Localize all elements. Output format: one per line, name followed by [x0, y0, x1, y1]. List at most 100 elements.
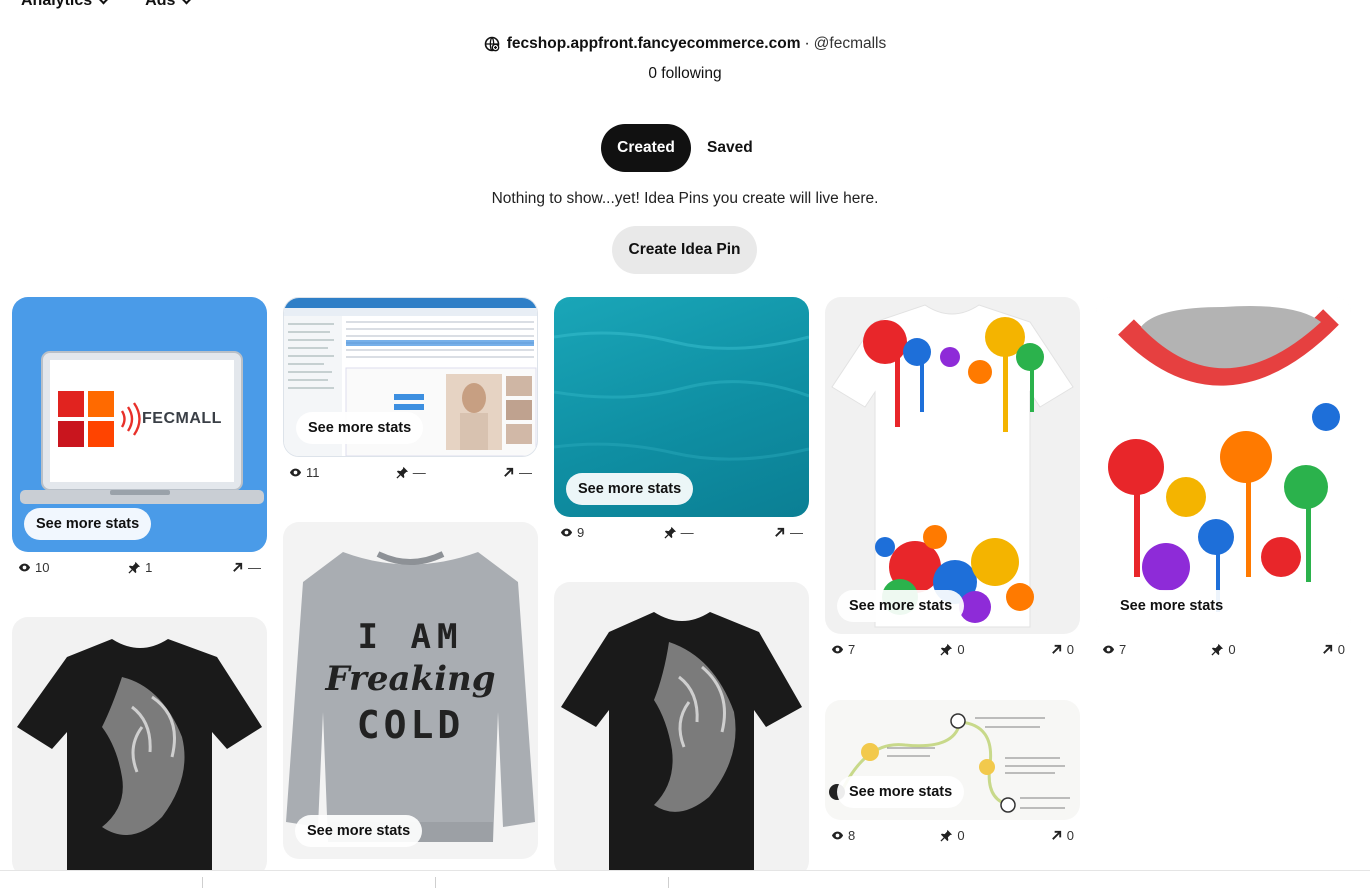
views-count: 7 — [848, 642, 856, 657]
divider — [202, 877, 203, 888]
eye-icon — [289, 468, 302, 477]
eye-icon — [831, 645, 844, 654]
eye-icon — [18, 563, 31, 572]
pin-card[interactable]: I AM Freaking COLD See more stats — [283, 522, 538, 859]
black-tshirt-illustration — [17, 639, 262, 877]
pin-image-paint-tshirt[interactable]: See more stats — [825, 297, 1080, 634]
see-more-stats-button[interactable]: See more stats — [1108, 590, 1236, 622]
pin-stats: 7 0 0 — [825, 634, 1080, 657]
bottom-strip — [0, 870, 1370, 888]
views-stat: 7 — [831, 642, 855, 657]
see-more-stats-button[interactable]: See more stats — [24, 508, 152, 540]
views-stat: 9 — [560, 525, 584, 540]
paint-splatter-tshirt-illustration — [831, 304, 1074, 628]
outbound-count: 0 — [1066, 828, 1074, 843]
saves-count: 0 — [957, 828, 965, 843]
outbound-arrow-icon — [775, 527, 785, 537]
profile-domain-link[interactable]: fecshop.appfront.fancyecommerce.com — [507, 35, 801, 53]
divider — [435, 877, 436, 888]
outbound-count: 0 — [1066, 642, 1074, 657]
outbound-stat: — — [231, 560, 261, 575]
outbound-count: 0 — [1337, 642, 1345, 657]
paint-splatter-closeup-illustration — [1096, 297, 1351, 634]
pin-icon — [128, 561, 141, 574]
tab-saved[interactable]: Saved — [699, 124, 761, 172]
pin-card[interactable]: FECMALL See more stats 10 1 — — [12, 297, 267, 575]
pin-card[interactable]: See more stats 7 0 0 — [1096, 297, 1351, 657]
following-count[interactable]: 0 following — [0, 65, 1370, 83]
views-count: 10 — [35, 560, 50, 575]
pin-card[interactable]: See more stats 9 — — — [554, 297, 809, 540]
pin-image-sweatshirt[interactable]: I AM Freaking COLD See more stats — [283, 522, 538, 859]
pin-stats: 11 — — — [283, 457, 538, 480]
pin-stats: 7 0 0 — [1096, 634, 1351, 657]
pin-card[interactable]: See more stats 11 — — — [283, 297, 538, 480]
nav-ads[interactable]: Ads — [145, 0, 192, 10]
see-more-stats-button[interactable]: See more stats — [837, 590, 965, 622]
black-tshirt-illustration — [561, 612, 802, 877]
print-line-1: I AM — [357, 617, 464, 657]
pin-image-lion-tshirt[interactable] — [12, 617, 267, 877]
saves-count: 0 — [1228, 642, 1236, 657]
pin-stats: 9 — — — [554, 517, 809, 540]
see-more-stats-button[interactable]: See more stats — [837, 776, 965, 808]
pin-image-teal-water[interactable]: See more stats — [554, 297, 809, 517]
tab-created[interactable]: Created — [601, 124, 691, 172]
pin-card[interactable] — [12, 617, 267, 877]
fecmall-logo-text: FECMALL — [142, 410, 222, 427]
saves-stat: — — [664, 525, 694, 540]
pin-icon — [1211, 643, 1224, 656]
pin-stats: 10 1 — — [12, 552, 267, 575]
top-nav: Analytics Ads — [21, 0, 192, 10]
pin-image-lion-tshirt[interactable] — [554, 582, 809, 877]
pin-stats: 8 0 0 — [825, 820, 1080, 843]
pin-icon — [940, 829, 953, 842]
eye-icon — [831, 831, 844, 840]
outbound-arrow-icon — [504, 467, 514, 477]
see-more-stats-button[interactable]: See more stats — [296, 412, 424, 444]
views-stat: 11 — [289, 465, 320, 480]
print-line-2: Freaking — [325, 659, 496, 699]
outbound-arrow-icon — [233, 562, 243, 572]
create-idea-pin-button[interactable]: Create Idea Pin — [612, 226, 757, 274]
nav-analytics[interactable]: Analytics — [21, 0, 109, 10]
see-more-stats-button[interactable]: See more stats — [295, 815, 423, 847]
empty-state-message: Nothing to show...yet! Idea Pins you cre… — [491, 190, 879, 207]
pin-icon — [940, 643, 953, 656]
saves-stat: 0 — [940, 828, 965, 843]
pin-image-paint-closeup[interactable]: See more stats — [1096, 297, 1351, 634]
pin-card[interactable]: See more stats 7 0 0 — [825, 297, 1080, 657]
views-stat: 7 — [1102, 642, 1126, 657]
views-count: 7 — [1119, 642, 1127, 657]
pin-image-fecmall-laptop[interactable]: FECMALL See more stats — [12, 297, 267, 552]
print-line-3: COLD — [356, 703, 465, 747]
outbound-arrow-icon — [1322, 644, 1332, 654]
pin-image-facebook-infographic[interactable]: See more stats — [825, 700, 1080, 820]
pin-card[interactable]: See more stats 8 0 0 — [825, 700, 1080, 843]
sweatshirt-print: I AM Freaking COLD — [283, 617, 538, 747]
saves-stat: 0 — [1211, 642, 1236, 657]
saves-count: 1 — [145, 560, 153, 575]
views-stat: 10 — [18, 560, 49, 575]
nav-ads-label: Ads — [145, 0, 176, 9]
saves-count: 0 — [957, 642, 965, 657]
nav-analytics-label: Analytics — [21, 0, 93, 9]
see-more-stats-button[interactable]: See more stats — [566, 473, 694, 505]
profile-line: fecshop.appfront.fancyecommerce.com · @f… — [0, 35, 1370, 53]
globe-icon — [484, 36, 500, 52]
outbound-stat: 0 — [1050, 828, 1074, 843]
chevron-down-icon — [181, 0, 192, 4]
profile-handle: @fecmalls — [813, 35, 887, 52]
pin-image-admin-screenshot[interactable]: See more stats — [283, 297, 538, 457]
eye-icon — [1102, 645, 1115, 654]
views-count: 9 — [577, 525, 585, 540]
pin-icon — [396, 466, 408, 479]
divider — [668, 877, 669, 888]
outbound-stat: — — [773, 525, 803, 540]
outbound-stat: 0 — [1050, 642, 1074, 657]
outbound-count: — — [789, 525, 803, 540]
outbound-count: — — [247, 560, 261, 575]
saves-stat: — — [396, 465, 426, 480]
pin-card[interactable] — [554, 582, 809, 877]
outbound-arrow-icon — [1051, 830, 1061, 840]
